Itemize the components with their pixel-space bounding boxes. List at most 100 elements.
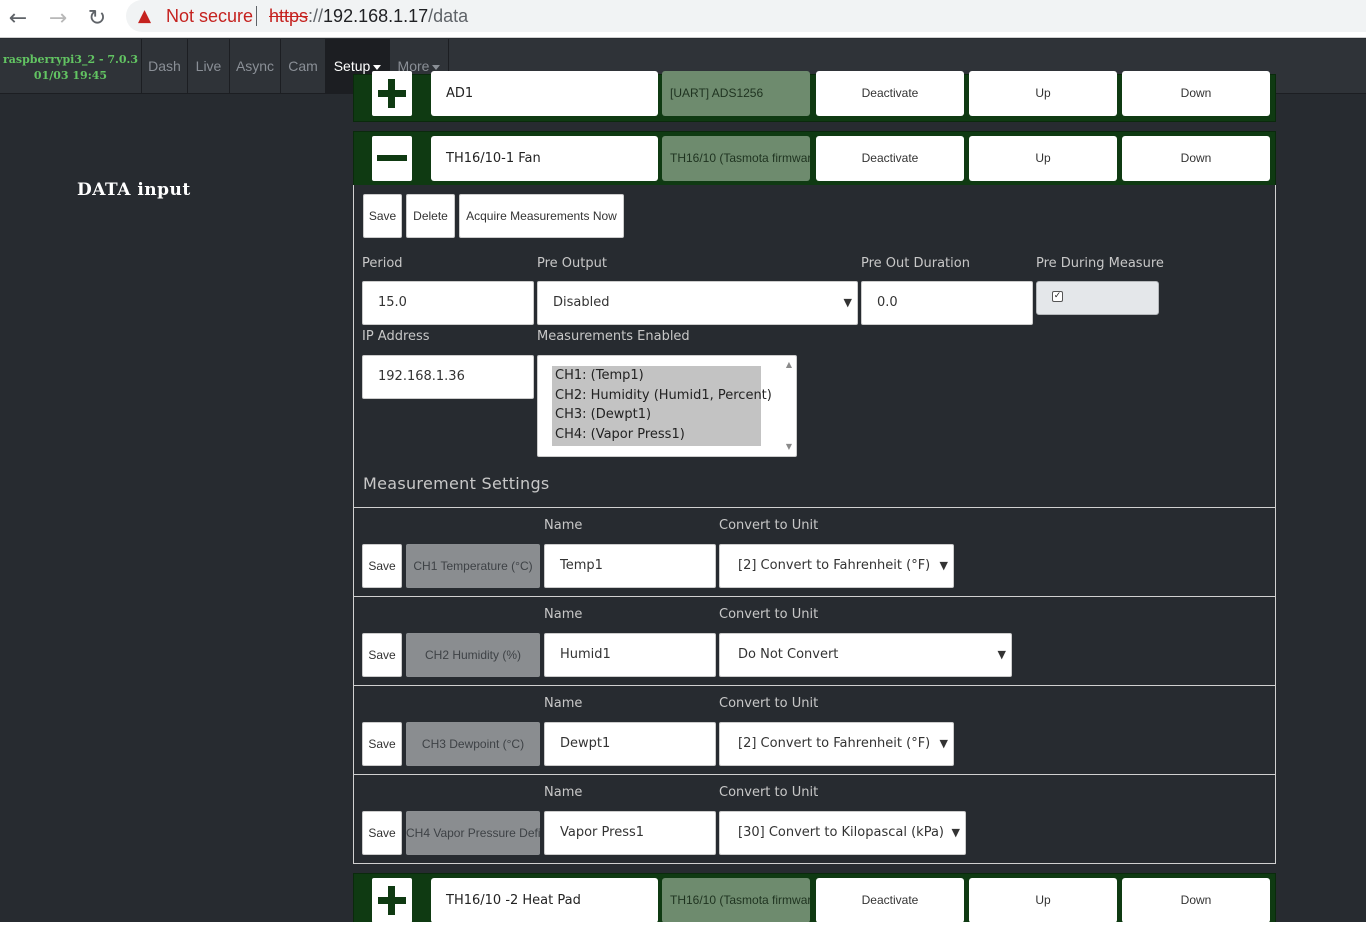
save-button[interactable]: Save — [362, 811, 402, 855]
measurement-name-input[interactable]: Dewpt1 — [544, 722, 716, 766]
input-type: TH16/10 (Tasmota firmware) — [662, 878, 810, 923]
nav-live[interactable]: Live — [188, 39, 230, 94]
security-label[interactable]: Not secure — [166, 6, 253, 27]
channel-badge: CH2 Humidity (%) — [406, 633, 540, 677]
reload-icon[interactable]: ↻ — [82, 4, 112, 34]
convert-unit-value: Do Not Convert — [738, 647, 839, 662]
measurement-name-input[interactable]: Temp1 — [544, 544, 716, 588]
pre-out-duration-input[interactable]: 0.0 — [861, 281, 1033, 325]
brand-datetime: 01/03 19:45 — [33, 69, 108, 82]
input-header-th16-fan: TH16/10-1 Fan TH16/10 (Tasmota firmware)… — [353, 131, 1276, 186]
unit-label: Convert to Unit — [719, 607, 819, 622]
deactivate-button[interactable]: Deactivate — [816, 878, 964, 923]
url-text[interactable]: https://192.168.1.17/data — [269, 6, 468, 27]
forward-icon[interactable]: → — [43, 4, 73, 34]
period-input[interactable]: 15.0 — [362, 281, 534, 325]
input-type: TH16/10 (Tasmota firmware) — [662, 136, 810, 181]
nav-cam[interactable]: Cam — [281, 39, 326, 94]
delete-button[interactable]: Delete — [406, 194, 455, 238]
expand-button[interactable] — [372, 878, 412, 923]
save-button[interactable]: Save — [362, 544, 402, 588]
down-button[interactable]: Down — [1122, 71, 1270, 116]
measurement-name-input[interactable]: Vapor Press1 — [544, 811, 716, 855]
name-label: Name — [544, 607, 583, 622]
url-scheme: https — [269, 6, 309, 26]
measurement-name-input[interactable]: Humid1 — [544, 633, 716, 677]
minus-icon — [377, 155, 407, 161]
period-label: Period — [362, 256, 403, 271]
name-label: Name — [544, 696, 583, 711]
dropdown-arrow-icon: ▼ — [997, 648, 1006, 661]
nav-async[interactable]: Async — [230, 39, 281, 94]
plus-icon-vertical — [388, 886, 395, 915]
save-button[interactable]: Save — [362, 633, 402, 677]
scroll-up-icon[interactable]: ▲ — [786, 360, 792, 369]
url-path: /data — [428, 6, 469, 26]
pre-out-duration-label: Pre Out Duration — [861, 256, 970, 271]
url-separator — [256, 6, 257, 26]
measurements-enabled-select[interactable]: CH1: (Temp1) CH2: Humidity (Humid1, Perc… — [537, 355, 797, 457]
measurement-option[interactable]: CH3: (Dewpt1) — [552, 405, 761, 425]
input-name[interactable]: AD1 — [431, 71, 658, 116]
convert-unit-select[interactable]: [2] Convert to Fahrenheit (°F) ▼ — [719, 544, 954, 588]
dropdown-arrow-icon: ▼ — [951, 826, 960, 839]
brand[interactable]: raspberrypi3_2 - 7.0.3 01/03 19:45 — [0, 39, 142, 94]
convert-unit-select[interactable]: Do Not Convert ▼ — [719, 633, 1012, 677]
down-button[interactable]: Down — [1122, 136, 1270, 181]
measurement-row: Name Convert to Unit Save CH1 Temperatur… — [354, 507, 1275, 596]
nav-setup-label: Setup — [333, 58, 371, 74]
measurement-settings-title: Measurement Settings — [363, 474, 550, 493]
pre-during-measure-label: Pre During Measure — [1036, 256, 1164, 271]
input-name[interactable]: TH16/10 -2 Heat Pad — [431, 878, 658, 923]
unit-label: Convert to Unit — [719, 696, 819, 711]
measurement-row: Name Convert to Unit Save CH2 Humidity (… — [354, 596, 1275, 685]
pre-during-measure-checkbox-well: ✓ — [1036, 281, 1159, 315]
input-name[interactable]: TH16/10-1 Fan — [431, 136, 658, 181]
pre-output-value: Disabled — [553, 295, 610, 310]
up-button[interactable]: Up — [969, 878, 1117, 923]
up-button[interactable]: Up — [969, 136, 1117, 181]
plus-icon-vertical — [388, 79, 395, 108]
pre-output-select[interactable]: Disabled ▼ — [537, 281, 858, 325]
expand-button[interactable] — [372, 71, 412, 116]
up-button[interactable]: Up — [969, 71, 1117, 116]
name-label: Name — [544, 518, 583, 533]
browser-toolbar: ← → ↻ ▲ Not secure https://192.168.1.17/… — [0, 0, 1366, 38]
save-button[interactable]: Save — [363, 194, 402, 238]
convert-unit-select[interactable]: [30] Convert to Kilopascal (kPa) ▼ — [719, 811, 966, 855]
ip-address-label: IP Address — [362, 329, 430, 344]
deactivate-button[interactable]: Deactivate — [816, 71, 964, 116]
nav-dash[interactable]: Dash — [142, 39, 188, 94]
save-button[interactable]: Save — [362, 722, 402, 766]
collapse-button[interactable] — [372, 136, 412, 181]
acquire-measurements-button[interactable]: Acquire Measurements Now — [459, 194, 624, 238]
channel-badge: CH1 Temperature (°C) — [406, 544, 540, 588]
measurement-option[interactable]: CH4: (Vapor Press1) — [552, 425, 761, 445]
url-host: 192.168.1.17 — [323, 6, 429, 26]
measurement-row: Name Convert to Unit Save CH3 Dewpoint (… — [354, 685, 1275, 774]
input-type: [UART] ADS1256 — [662, 71, 810, 116]
measurement-row: Name Convert to Unit Save CH4 Vapor Pres… — [354, 774, 1275, 862]
brand-host: raspberrypi3_2 - 7.0.3 — [2, 53, 138, 66]
warning-icon: ▲ — [138, 6, 152, 26]
back-icon[interactable]: ← — [3, 4, 33, 34]
ip-address-input[interactable]: 192.168.1.36 — [362, 355, 534, 399]
deactivate-button[interactable]: Deactivate — [816, 136, 964, 181]
pre-during-measure-checkbox[interactable]: ✓ — [1052, 291, 1063, 302]
measurements-enabled-label: Measurements Enabled — [537, 329, 690, 344]
unit-label: Convert to Unit — [719, 785, 819, 800]
unit-label: Convert to Unit — [719, 518, 819, 533]
convert-unit-value: [2] Convert to Fahrenheit (°F) — [738, 736, 931, 751]
channel-badge: CH3 Dewpoint (°C) — [406, 722, 540, 766]
input-header-th16-heat-pad: TH16/10 -2 Heat Pad TH16/10 (Tasmota fir… — [353, 873, 1276, 928]
pre-output-label: Pre Output — [537, 256, 607, 271]
chevron-down-icon — [432, 64, 441, 70]
chevron-down-icon — [373, 64, 382, 70]
convert-unit-select[interactable]: [2] Convert to Fahrenheit (°F) ▼ — [719, 722, 954, 766]
dropdown-arrow-icon: ▼ — [939, 737, 948, 750]
scroll-down-icon[interactable]: ▼ — [786, 442, 792, 451]
down-button[interactable]: Down — [1122, 878, 1270, 923]
measurement-option[interactable]: CH1: (Temp1) — [552, 366, 761, 386]
input-header-ad1: AD1 [UART] ADS1256 Deactivate Up Down — [353, 71, 1276, 122]
measurement-option[interactable]: CH2: Humidity (Humid1, Percent) — [552, 386, 772, 406]
